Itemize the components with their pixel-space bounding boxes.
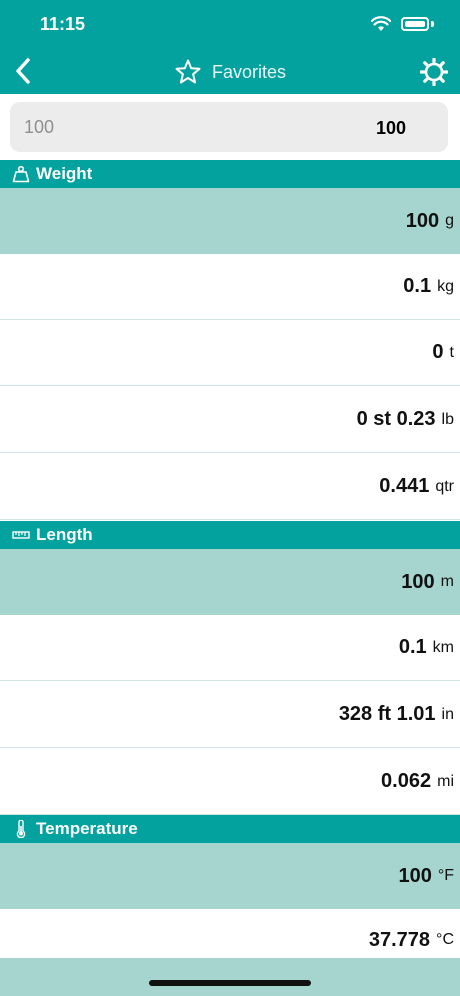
conversion-row[interactable]: 100 m <box>0 549 460 615</box>
thermometer-icon <box>16 820 26 838</box>
nav-bar: Favorites <box>0 48 460 94</box>
section-title: Weight <box>36 164 93 183</box>
row-value: 0.062 <box>381 770 432 792</box>
status-time: 11:15 <box>40 14 86 34</box>
status-icons <box>371 16 434 32</box>
row-unit: kg <box>437 277 454 295</box>
conversion-row[interactable]: 37.778 °C <box>0 909 460 959</box>
conversion-row[interactable]: 0.1 kg <box>0 254 460 320</box>
home-zone <box>0 958 460 996</box>
row-unit: g <box>445 212 454 229</box>
row-unit: km <box>432 638 454 656</box>
nav-title-group: Favorites <box>0 58 460 86</box>
value-input-box[interactable]: 100 <box>10 102 448 152</box>
conversion-row[interactable]: 328 ft 1.01 in <box>0 682 460 748</box>
row-unit: in <box>441 705 454 723</box>
section-title: Length <box>36 525 93 544</box>
conversion-row[interactable]: 0.062 mi <box>0 749 460 815</box>
row-value: 0.1 <box>403 275 432 297</box>
conversion-row[interactable]: 0 st 0.23 lb <box>0 387 460 453</box>
status-bar: 11:15 <box>0 0 460 48</box>
settings-gear-icon[interactable] <box>420 58 448 86</box>
row-unit: lb <box>441 410 454 428</box>
section-title: Temperature <box>36 819 138 838</box>
weight-icon <box>12 165 30 183</box>
ruler-icon <box>12 531 30 539</box>
conversion-row[interactable]: 0.441 qtr <box>0 454 460 520</box>
battery-icon <box>401 17 429 31</box>
row-value: 0.441 <box>379 475 430 497</box>
row-value: 100 <box>398 864 432 887</box>
row-value: 328 ft 1.01 <box>338 703 436 725</box>
conversion-row[interactable]: 0 t <box>0 320 460 386</box>
battery-tip <box>431 21 434 27</box>
row-value: 37.778 <box>368 928 431 951</box>
row-unit: °F <box>437 867 454 884</box>
conversion-row[interactable]: 100 g <box>0 188 460 254</box>
row-unit: qtr <box>435 477 454 495</box>
row-value: 0 st 0.23 <box>356 408 436 430</box>
home-indicator[interactable] <box>149 980 311 986</box>
input-result-value: 100 <box>375 118 406 138</box>
row-unit: m <box>440 573 454 590</box>
app-screen: 11:15 Favorites 100 100 Weight 100 g 0.1… <box>0 0 460 996</box>
section-weight-header: Weight <box>0 160 460 188</box>
conversion-row[interactable]: 0.1 km <box>0 615 460 681</box>
row-unit: mi <box>437 772 454 790</box>
wifi-icon <box>371 16 391 31</box>
row-value: 100 <box>401 570 435 593</box>
section-length-header: Length <box>0 521 460 549</box>
row-unit: t <box>449 343 454 361</box>
conversion-row[interactable]: 100 °F <box>0 843 460 909</box>
row-value: 0 <box>432 341 444 363</box>
page-title: Favorites <box>211 61 287 82</box>
input-zone: 100 <box>0 94 460 160</box>
row-value: 0.1 <box>398 636 427 658</box>
section-temperature-header: Temperature <box>0 815 460 843</box>
row-value: 100 <box>405 209 440 232</box>
row-unit: °C <box>436 931 454 948</box>
star-icon <box>175 59 201 84</box>
